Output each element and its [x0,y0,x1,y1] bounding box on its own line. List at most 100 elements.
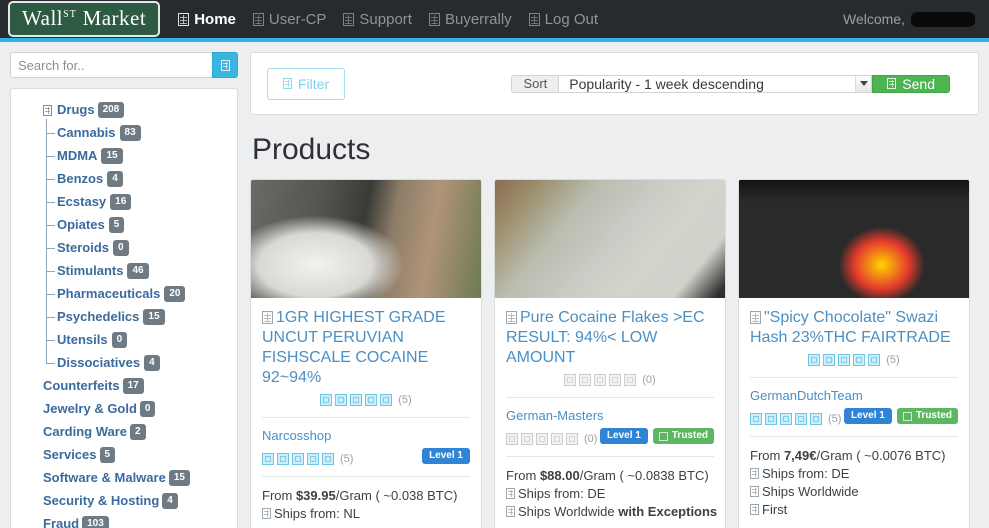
nav-item-user-cp[interactable]: User-CP [252,10,327,28]
search-input[interactable] [10,52,212,78]
nav-item-log-out[interactable]: Log Out [528,11,598,28]
vendor-link[interactable]: GermanDutchTeam [750,388,958,403]
sidebar-item-fraud[interactable]: Fraud 103 [43,515,227,528]
product-meta: From 7,49€/Gram ( ~0.0076 BTC) Ships fro… [750,447,958,519]
star-icon [868,354,881,366]
sidebar-item-utensils-label[interactable]: Utensils [57,331,108,349]
sidebar-item-software-malware-label[interactable]: Software & Malware [43,469,166,487]
sort-select[interactable]: Popularity - 1 week descending [558,74,856,93]
sidebar-item-opiates-count: 5 [108,217,125,233]
sidebar: Drugs 208 Cannabis 83 MDMA 15 Benzos 4 E… [10,52,238,528]
nav-item-buyerrally[interactable]: Buyerrally [428,10,512,28]
nav-item-home-label: Home [194,10,236,28]
product-title-text: "Spicy Chocolate" Swazi Hash 23%THC FAIR… [750,309,951,346]
star-icon [838,354,851,366]
vendor-rating: (5) [750,413,841,425]
sidebar-item-software-malware-count: 15 [168,470,190,486]
send-button[interactable]: Send [872,74,950,93]
sidebar-item-jewelry-gold[interactable]: Jewelry & Gold 0 [43,400,227,418]
sidebar-item-security-hosting[interactable]: Security & Hosting 4 [43,492,227,510]
product-image[interactable] [739,180,969,298]
star-icon [277,453,289,465]
sidebar-item-carding-ware[interactable]: Carding Ware 2 [43,423,227,441]
site-logo[interactable]: WallST Market [8,1,161,37]
sidebar-item-software-malware[interactable]: Software & Malware 15 [43,469,227,487]
star-icon [551,433,563,445]
sidebar-item-utensils[interactable]: Utensils 0 [46,317,227,349]
search-button[interactable] [212,52,238,78]
sidebar-item-dissociatives-label[interactable]: Dissociatives [57,354,140,372]
nav-item-user-cp-label: User-CP [268,10,327,28]
ships-worldwide-line: Ships Worldwide with Exceptions [506,503,717,521]
shipping-extra-line: First [750,501,958,519]
sidebar-item-dissociatives[interactable]: Dissociatives 4 [46,340,227,372]
sidebar-item-drugs-count: 208 [97,102,125,118]
sidebar-item-stimulants[interactable]: Stimulants 46 [46,248,227,280]
vendor-link[interactable]: Narcosshop [262,428,470,443]
ships-worldwide-text: Ships Worldwide [518,504,619,519]
product-title[interactable]: "Spicy Chocolate" Swazi Hash 23%THC FAIR… [750,308,958,348]
price-btc: ( ~0.0838 BTC) [615,468,709,483]
vendor-badges: Level 1 Trusted [843,408,958,424]
product-title[interactable]: 1GR HIGHEST GRADE UNCUT PERUVIAN FISHSCA… [262,308,470,388]
star-icon [292,453,304,465]
sidebar-item-counterfeits[interactable]: Counterfeits 17 [43,377,227,395]
sidebar-item-cannabis[interactable]: Cannabis 83 [46,119,227,142]
product-card[interactable]: "Spicy Chocolate" Swazi Hash 23%THC FAIR… [738,179,970,528]
product-image[interactable] [251,180,481,298]
sidebar-item-counterfeits-count: 17 [122,378,144,394]
sidebar-item-psychedelics[interactable]: Psychedelics 15 [46,294,227,326]
sidebar-item-services-count: 5 [99,447,116,463]
price-prefix: From [262,488,296,503]
chevron-down-icon[interactable] [855,74,873,93]
sidebar-item-ecstasy-label[interactable]: Ecstasy [57,193,106,211]
vendor-rating: (0) [506,433,597,445]
sidebar-item-steroids[interactable]: Steroids 0 [46,225,227,257]
sidebar-item-steroids-label[interactable]: Steroids [57,239,109,257]
sidebar-item-services-label[interactable]: Services [43,446,97,464]
ships-from-line: Ships from: DE [750,465,958,483]
vendor-link[interactable]: German-Masters [506,408,714,423]
vendor-badges: Level 1 [422,448,470,464]
nav-item-support[interactable]: Support [343,11,412,28]
product-title[interactable]: Pure Cocaine Flakes >EC RESULT: 94%< LOW… [506,308,714,368]
vendor-badges: Level 1 Trusted [599,428,714,444]
sidebar-item-opiates-label[interactable]: Opiates [57,216,105,234]
sidebar-item-stimulants-label[interactable]: Stimulants [57,262,123,280]
sidebar-item-pharmaceuticals-label[interactable]: Pharmaceuticals [57,285,160,303]
filter-button[interactable]: Filter [267,67,346,100]
sidebar-item-fraud-label[interactable]: Fraud [43,515,79,528]
sidebar-item-jewelry-gold-label[interactable]: Jewelry & Gold [43,400,137,418]
ships-from-text: Ships from: DE [762,466,850,481]
sidebar-item-psychedelics-label[interactable]: Psychedelics [57,308,139,326]
toolbar: Filter Sort Popularity - 1 week descendi… [250,52,979,115]
sidebar-item-counterfeits-label[interactable]: Counterfeits [43,377,120,395]
sidebar-item-mdma[interactable]: MDMA 15 [46,133,227,165]
star-icon [780,413,792,425]
sidebar-item-cannabis-label[interactable]: Cannabis [57,124,116,142]
sidebar-item-benzos-label[interactable]: Benzos [57,170,103,188]
ships-from-text: Ships from: DE [518,486,606,501]
sidebar-item-ecstasy[interactable]: Ecstasy 16 [46,179,227,211]
sidebar-item-drugs[interactable]: Drugs 208 [43,101,227,119]
sidebar-item-opiates[interactable]: Opiates 5 [46,202,227,234]
sidebar-item-mdma-label[interactable]: MDMA [57,147,97,165]
sidebar-item-carding-ware-label[interactable]: Carding Ware [43,423,127,441]
product-card[interactable]: 1GR HIGHEST GRADE UNCUT PERUVIAN FISHSCA… [250,179,482,528]
globe-icon [750,486,759,497]
nav-item-home[interactable]: Home [178,11,236,28]
sidebar-item-benzos-count: 4 [107,171,123,187]
search-icon [220,59,230,71]
product-card-body: 1GR HIGHEST GRADE UNCUT PERUVIAN FISHSCA… [251,298,481,528]
sidebar-item-drugs-label[interactable]: Drugs [57,101,95,119]
sidebar-item-pharmaceuticals[interactable]: Pharmaceuticals 20 [46,271,227,303]
sidebar-item-security-hosting-label[interactable]: Security & Hosting [43,492,159,510]
sidebar-item-benzos[interactable]: Benzos 4 [46,156,227,188]
product-image[interactable] [495,180,725,298]
category-panel: Drugs 208 Cannabis 83 MDMA 15 Benzos 4 E… [10,88,238,528]
sidebar-item-services[interactable]: Services 5 [43,446,227,464]
nav-item-buyerrally-label: Buyerrally [444,10,512,28]
vendor-rating-count: (0) [584,433,598,445]
product-card[interactable]: Pure Cocaine Flakes >EC RESULT: 94%< LOW… [494,179,726,528]
vendor-rating-count: (5) [340,453,354,465]
